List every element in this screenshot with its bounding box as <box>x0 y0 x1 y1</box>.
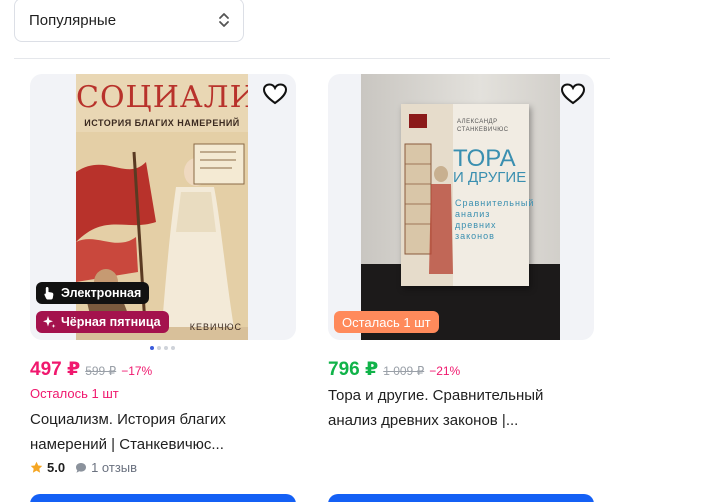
price-row: 796 ₽ 1 009 ₽ −21% <box>328 358 460 381</box>
book-photo: АЛЕКСАНДР СТАНКЕВИЧЮС ТОРА И ДРУГИЕ Срав… <box>361 74 560 340</box>
pager-dot[interactable] <box>157 346 161 350</box>
cover-author: АЛЕКСАНДР СТАНКЕВИЧЮС <box>457 119 509 133</box>
pager-dot[interactable] <box>171 346 175 350</box>
price: 497 ₽ <box>30 359 81 380</box>
product-image[interactable]: СОЦИАЛИЗМ ИСТОРИЯ БЛАГИХ НАМЕРЕНИЙ КЕВИЧ… <box>30 74 296 340</box>
black-friday-badge: Чёрная пятница <box>36 311 169 333</box>
price-row: 497 ₽ 599 ₽ −17% <box>30 358 152 381</box>
cover-subtitle: Сравнительный анализ древних законов <box>455 198 534 242</box>
sparkle-icon <box>43 316 56 328</box>
cover-subtitle: ИСТОРИЯ БЛАГИХ НАМЕРЕНИЙ <box>84 118 240 128</box>
cover-author: КЕВИЧЮС <box>189 322 242 332</box>
cover-illustration <box>401 104 453 286</box>
old-price: 599 ₽ <box>85 364 117 378</box>
add-to-cart-button[interactable] <box>328 494 594 502</box>
cover-title: СОЦИАЛИЗМ <box>76 80 248 115</box>
ebook-badge: Электронная <box>36 282 150 304</box>
cover-title-line-1: ТОРА <box>453 145 516 172</box>
discount: −21% <box>429 364 461 378</box>
ebook-badge-label: Электронная <box>61 286 142 300</box>
product-card[interactable]: СОЦИАЛИЗМ ИСТОРИЯ БЛАГИХ НАМЕРЕНИЙ КЕВИЧ… <box>30 74 296 502</box>
pager-dot-active[interactable] <box>150 346 154 350</box>
chevron-updown-icon <box>219 13 229 27</box>
rating-value: 5.0 <box>47 460 66 475</box>
stock-badge-label: Осталась 1 шт <box>342 314 431 330</box>
comment-icon <box>76 462 87 473</box>
product-title[interactable]: Тора и другие. Сравнительный анализ древ… <box>328 383 590 433</box>
cover-illustration <box>76 132 248 340</box>
heart-icon[interactable] <box>262 82 288 106</box>
stock-badge: Осталась 1 шт <box>334 311 439 333</box>
book-cover: АЛЕКСАНДР СТАНКЕВИЧЮС ТОРА И ДРУГИЕ Срав… <box>401 104 533 286</box>
divider <box>14 58 610 59</box>
price: 796 ₽ <box>328 359 379 380</box>
hand-pointer-icon <box>44 287 54 300</box>
stock-left: Осталось 1 шт <box>30 386 119 401</box>
image-pager-dots[interactable] <box>150 346 175 350</box>
cover-subtitle-line-1: Сравнительный <box>455 198 535 208</box>
rating[interactable]: 5.0 1 отзыв <box>30 460 137 475</box>
cover-title: ТОРА И ДРУГИЕ <box>453 145 527 186</box>
sort-select[interactable]: Популярные <box>14 0 244 42</box>
reviews-count: 1 отзыв <box>91 460 138 475</box>
cover-title-line-2: И ДРУГИЕ <box>453 169 527 186</box>
sort-select-value: Популярные <box>29 11 117 29</box>
product-title[interactable]: Социализм. История благих намерений | Ст… <box>30 407 292 457</box>
product-image[interactable]: АЛЕКСАНДР СТАНКЕВИЧЮС ТОРА И ДРУГИЕ Срав… <box>328 74 594 340</box>
product-card[interactable]: АЛЕКСАНДР СТАНКЕВИЧЮС ТОРА И ДРУГИЕ Срав… <box>328 74 594 502</box>
pager-dot[interactable] <box>164 346 168 350</box>
star-icon <box>30 461 43 473</box>
black-friday-badge-label: Чёрная пятница <box>61 315 161 329</box>
discount: −17% <box>121 364 153 378</box>
old-price: 1 009 ₽ <box>383 364 425 378</box>
cover-subtitle-line-3: древних <box>455 220 497 230</box>
heart-icon[interactable] <box>560 82 586 106</box>
cover-subtitle-line-2: анализ <box>455 209 491 219</box>
add-to-cart-button[interactable] <box>30 494 296 502</box>
cover-subtitle-line-4: законов <box>455 231 495 241</box>
